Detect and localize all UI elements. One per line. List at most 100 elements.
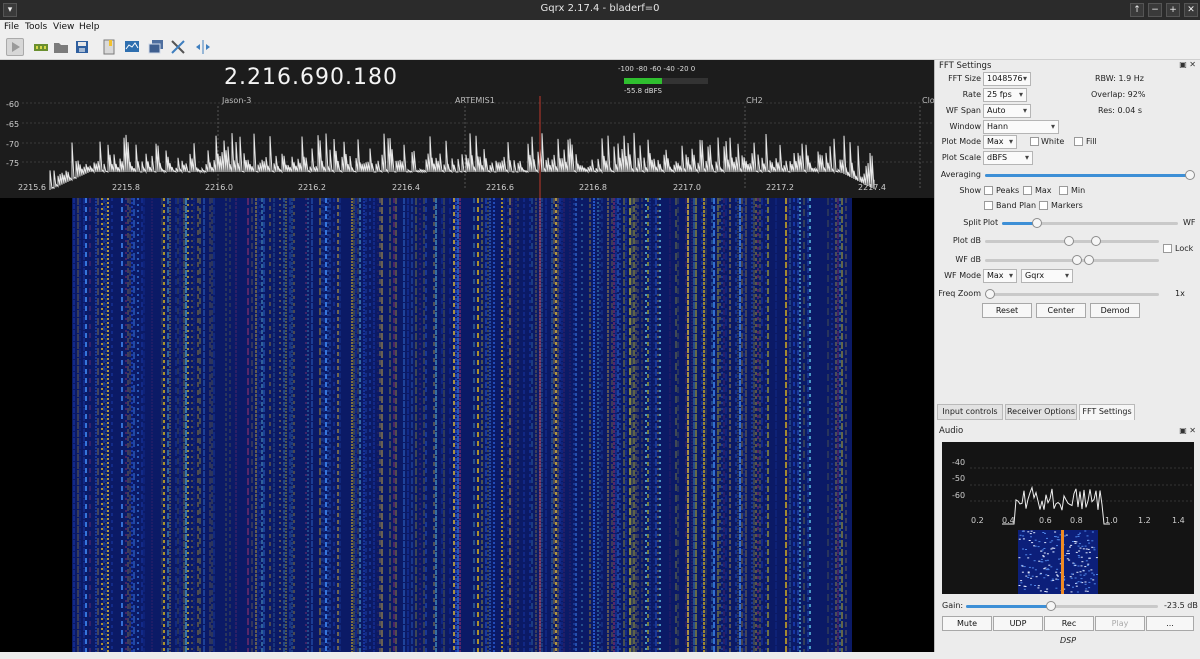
save-icon[interactable] (73, 38, 91, 56)
plot-mode-label: Plot Mode (941, 137, 981, 146)
averaging-knob[interactable] (1185, 170, 1195, 180)
gain-knob[interactable] (1046, 601, 1056, 611)
fill-checkbox[interactable] (1074, 137, 1083, 146)
bookmark-label[interactable]: ARTEMIS1 (455, 96, 495, 105)
gain-label: Gain: (942, 601, 964, 610)
plot-db-label: Plot dB (952, 236, 981, 245)
peaks-checkbox[interactable] (984, 186, 993, 195)
minimize-button[interactable]: − (1148, 3, 1162, 17)
bookmark-label[interactable]: CH2 (746, 96, 763, 105)
fft-size-row: FFT Size 1048576 RBW: 1.9 Hz (935, 72, 1200, 86)
plot-db-high-knob[interactable] (1091, 236, 1101, 246)
gain-row: Gain: -23.5 dB (935, 599, 1200, 613)
frequency-display[interactable]: 2.216.690.180 (224, 65, 398, 90)
split-row: Split Plot WF (935, 216, 1200, 230)
waterfall[interactable] (0, 198, 934, 652)
x-tick-label: 2216.6 (486, 183, 514, 192)
markers-checkbox[interactable] (1039, 201, 1048, 210)
plot-mode-row: Plot Mode Max White Fill (935, 135, 1200, 149)
bookmark-label[interactable]: Jason-3 (222, 96, 251, 105)
window-icon[interactable] (147, 38, 165, 56)
rate-label: Rate (962, 90, 981, 99)
averaging-slider[interactable] (985, 170, 1195, 180)
x-tick-label: 2215.6 (18, 183, 46, 192)
audio-y-label: -50 (952, 474, 966, 483)
audio-x-label: 0.6 (1039, 516, 1052, 525)
bookmark-icon[interactable] (100, 38, 118, 56)
wf-mode-row: WF Mode Max Gqrx (935, 269, 1200, 283)
wf-span-select[interactable]: Auto (983, 104, 1031, 118)
gain-value: -23.5 dB (1164, 601, 1198, 610)
averaging-row: Averaging (935, 168, 1200, 182)
plot-db-row: Plot dB Lock (935, 234, 1200, 253)
bookmark-label[interactable]: Clo (922, 96, 934, 105)
menu-file[interactable]: File (4, 22, 19, 32)
freq-zoom-label: Freq Zoom (938, 289, 981, 298)
demod-button[interactable]: Demod (1090, 303, 1140, 318)
freq-zoom-slider[interactable] (985, 289, 1159, 299)
plot-db-slider[interactable] (985, 236, 1159, 246)
gain-slider[interactable] (966, 601, 1158, 611)
meter-value: -55.8 dBFS (624, 87, 662, 95)
center-icon[interactable] (194, 38, 212, 56)
wf-mode-label: WF Mode (944, 271, 981, 280)
spectrum-icon[interactable] (123, 38, 141, 56)
tab-receiver-options[interactable]: Receiver Options (1005, 404, 1077, 420)
plot-mode-select[interactable]: Max (983, 135, 1017, 149)
audio-x-label: 1.2 (1138, 516, 1151, 525)
menu-tools[interactable]: Tools (25, 22, 47, 32)
band-plan-checkbox[interactable] (984, 201, 993, 210)
wf-db-slider[interactable] (985, 255, 1159, 265)
udp-button[interactable]: UDP (993, 616, 1043, 631)
maximize-button[interactable]: + (1166, 3, 1180, 17)
audio-fft-plot[interactable]: -40 -50 -60 0.2 0.4 0.6 0.8 1.0 1.2 1.4 (942, 442, 1194, 594)
max-checkbox[interactable] (1023, 186, 1032, 195)
rate-select[interactable]: 25 fps (983, 88, 1027, 102)
spectrum-plot[interactable]: 2.216.690.180 -60 -65 -70 -75 2215.6 221… (0, 60, 934, 198)
plot-scale-select[interactable]: dBFS (983, 151, 1033, 165)
audio-x-label: 1.4 (1172, 516, 1185, 525)
split-slider[interactable] (1002, 218, 1178, 228)
band-plan-row: Band Plan Markers (935, 199, 1200, 213)
wf-colormap-select[interactable]: Gqrx (1021, 269, 1073, 283)
rec-button[interactable]: Rec (1044, 616, 1094, 631)
overlap-text: Overlap: 92% (1091, 90, 1146, 99)
window-select[interactable]: Hann (983, 120, 1059, 134)
play-button[interactable]: Play (1095, 616, 1145, 631)
fft-size-select[interactable]: 1048576 (983, 72, 1031, 86)
play-icon[interactable] (6, 38, 24, 56)
wf-db-low-knob[interactable] (1072, 255, 1082, 265)
tab-fft-settings[interactable]: FFT Settings (1079, 404, 1135, 420)
wf-db-label: WF dB (955, 255, 981, 264)
white-checkbox[interactable] (1030, 137, 1039, 146)
keep-above-button[interactable]: ↑ (1130, 3, 1144, 17)
plot-scale-label: Plot Scale (941, 153, 981, 162)
audio-options-button[interactable]: ... (1146, 616, 1194, 631)
lock-checkbox[interactable] (1163, 244, 1172, 253)
audio-float-close-icon[interactable]: ▣ ✕ (1179, 426, 1196, 435)
open-icon[interactable] (52, 38, 70, 56)
center-button[interactable]: Center (1036, 303, 1086, 318)
close-button[interactable]: ✕ (1184, 3, 1198, 17)
device-icon[interactable] (32, 38, 50, 56)
plot-db-low-knob[interactable] (1064, 236, 1074, 246)
x-tick-label: 2215.8 (112, 183, 140, 192)
freq-zoom-knob[interactable] (985, 289, 995, 299)
min-checkbox[interactable] (1059, 186, 1068, 195)
wf-mode-select[interactable]: Max (983, 269, 1017, 283)
wf-db-high-knob[interactable] (1084, 255, 1094, 265)
x-tick-label: 2216.0 (205, 183, 233, 192)
menu-help[interactable]: Help (79, 22, 100, 32)
show-label: Show (959, 186, 981, 195)
dock-float-close-icon[interactable]: ▣ ✕ (1179, 60, 1196, 69)
menu-view[interactable]: View (53, 22, 74, 32)
window-row: Window Hann (935, 120, 1200, 134)
y-tick-label: -60 (6, 100, 20, 109)
split-knob[interactable] (1032, 218, 1042, 228)
x-tick-label: 2217.0 (673, 183, 701, 192)
tab-input-controls[interactable]: Input controls (937, 404, 1003, 420)
tools-icon[interactable] (169, 38, 187, 56)
mute-button[interactable]: Mute (942, 616, 992, 631)
reset-button[interactable]: Reset (982, 303, 1032, 318)
window-title: Gqrx 2.17.4 - bladerf=0 (540, 3, 660, 14)
